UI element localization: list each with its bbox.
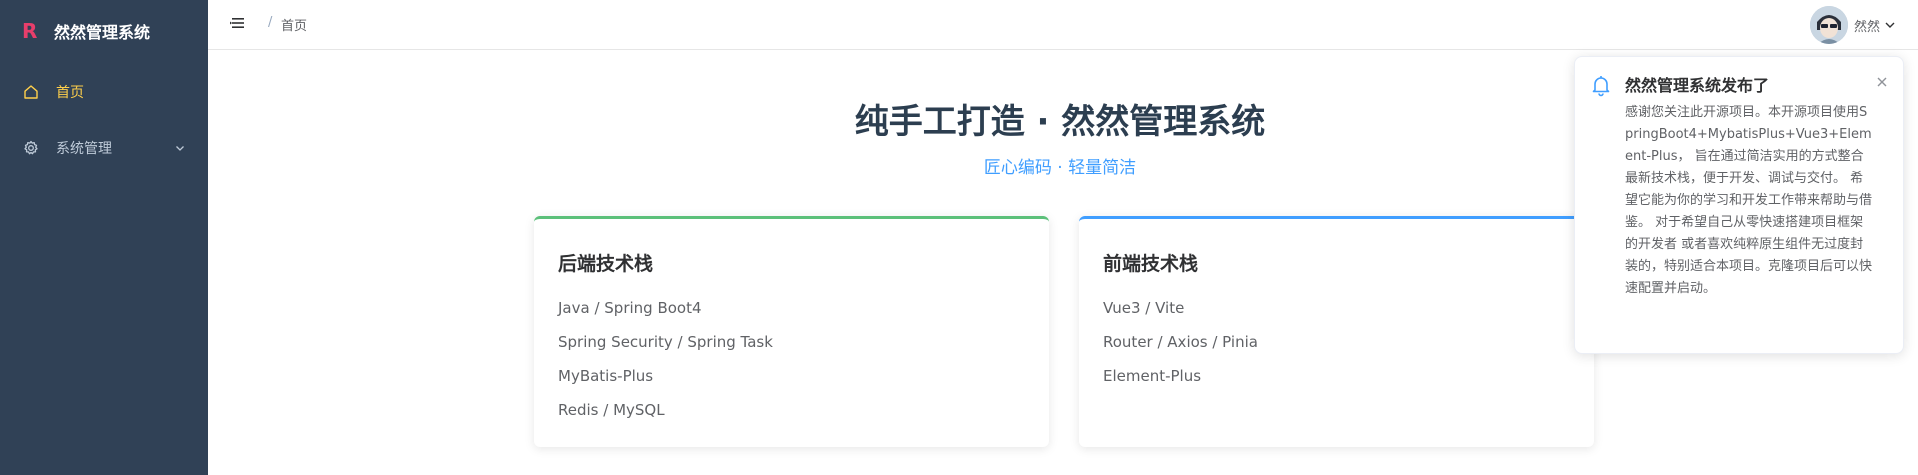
breadcrumb[interactable]: 首页 [281,15,307,34]
list-item: Router / Axios / Pinia [1103,333,1258,351]
release-notification: 然然管理系统发布了 感谢您关注此开源项目。本开源项目使用SpringBoot4+… [1574,56,1904,354]
list-item: Spring Security / Spring Task [558,333,773,351]
card-title: 后端技术栈 [558,253,654,275]
hamburger-icon[interactable] [230,16,246,30]
list-item: MyBatis-Plus [558,367,654,385]
notification-message: 感谢您关注此开源项目。本开源项目使用SpringBoot4+MybatisPlu… [1625,105,1873,296]
app-logo[interactable]: R 然然管理系统 [22,16,150,46]
list-item: Element-Plus [1103,367,1202,385]
user-menu[interactable]: 然然 [1809,6,1896,44]
bell-icon [1592,76,1610,97]
top-navbar: / 首页 然然 [208,0,1918,50]
chevron-down-icon [1885,22,1895,28]
close-icon[interactable] [1875,75,1889,89]
card-title: 前端技术栈 [1103,253,1199,275]
app-title: 然然管理系统 [54,23,151,42]
username: 然然 [1853,19,1880,35]
list-item: Redis / MySQL [558,401,665,419]
frontend-stack-card: 前端技术栈 Vue3 / Vite Router / Axios / Pinia… [1079,216,1594,447]
backend-stack-card: 后端技术栈 Java / Spring Boot4 Spring Securit… [534,216,1049,447]
logo-mark: R [22,19,38,43]
list-item: Vue3 / Vite [1103,299,1185,317]
sidebar: R 然然管理系统 首页 系统管理 [0,0,208,475]
avatar[interactable] [1809,6,1848,44]
breadcrumb-separator: / [268,15,273,30]
notification-title: 然然管理系统发布了 [1625,76,1770,95]
tech-list: Java / Spring Boot4 Spring Security / Sp… [558,291,773,427]
tech-list: Vue3 / Vite Router / Axios / Pinia Eleme… [1103,291,1258,393]
list-item: Java / Spring Boot4 [558,299,702,317]
